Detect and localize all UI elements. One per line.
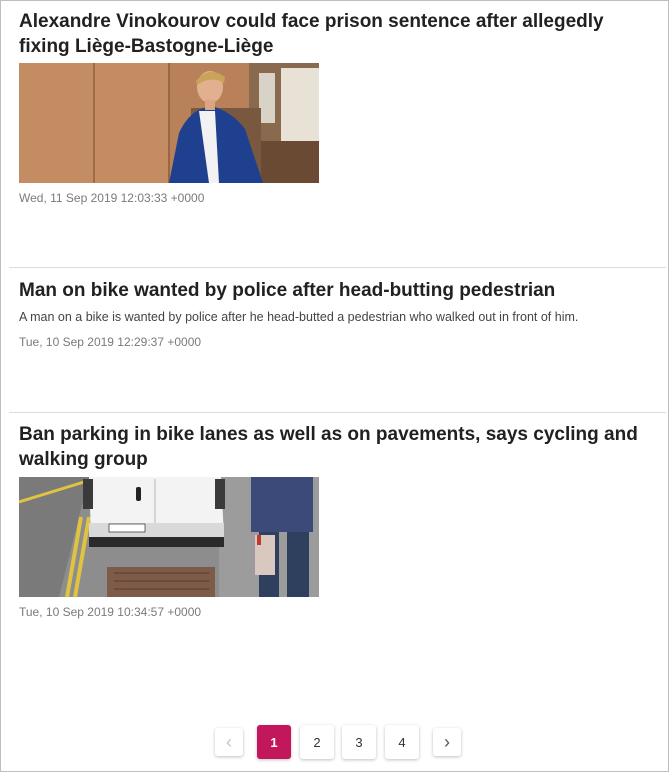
page-button-2[interactable]: 2 <box>300 725 334 759</box>
article-thumbnail[interactable] <box>19 477 319 597</box>
article-description: A man on a bike is wanted by police afte… <box>19 310 579 324</box>
chevron-right-icon: › <box>444 732 450 752</box>
news-feed-panel: Alexandre Vinokourov could face prison s… <box>0 0 669 772</box>
article-card[interactable]: Alexandre Vinokourov could face prison s… <box>9 1 666 267</box>
article-date: Wed, 11 Sep 2019 12:03:33 +0000 <box>19 191 205 205</box>
article-thumbnail[interactable] <box>19 63 319 183</box>
article-title[interactable]: Man on bike wanted by police after head-… <box>19 278 659 303</box>
page-button-3[interactable]: 3 <box>342 725 376 759</box>
article-card[interactable]: Ban parking in bike lanes as well as on … <box>9 412 666 712</box>
chevron-left-icon: ‹ <box>226 732 232 752</box>
pagination: ‹ 1 2 3 4 › <box>1 725 669 759</box>
page-button-1[interactable]: 1 <box>257 725 291 759</box>
article-date: Tue, 10 Sep 2019 12:29:37 +0000 <box>19 335 202 349</box>
prev-page-button[interactable]: ‹ <box>215 728 243 756</box>
next-page-button[interactable]: › <box>433 728 461 756</box>
article-date: Tue, 10 Sep 2019 10:34:57 +0000 <box>19 605 202 619</box>
page-button-4[interactable]: 4 <box>385 725 419 759</box>
article-title[interactable]: Alexandre Vinokourov could face prison s… <box>19 9 659 59</box>
article-card[interactable]: Man on bike wanted by police after head-… <box>9 267 666 412</box>
article-title[interactable]: Ban parking in bike lanes as well as on … <box>19 422 659 472</box>
